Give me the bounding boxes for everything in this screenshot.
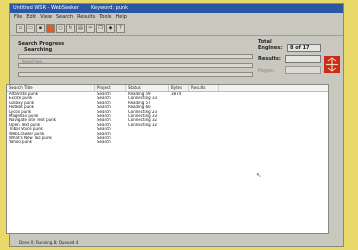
pages-label: Pages:: [258, 68, 275, 74]
copy-icon[interactable]: ❐: [96, 24, 105, 33]
cell-search-title: Yahoo punk: [9, 140, 32, 145]
stop-icon[interactable]: [46, 24, 55, 33]
print-icon[interactable]: ▤: [76, 24, 85, 33]
cell-results: [189, 140, 219, 144]
engines-value: 8 of 17: [287, 44, 321, 52]
progress-bar-2: [18, 63, 253, 68]
menu-results[interactable]: Results: [77, 13, 95, 22]
col-spacer: [219, 85, 328, 91]
progress-bar-1: [18, 54, 253, 59]
col-project[interactable]: Project: [95, 85, 126, 91]
col-search-title[interactable]: Search Title: [7, 85, 95, 91]
app-logo-icon: [324, 56, 340, 73]
menu-bar: File Edit View Search Results Tools Help: [10, 13, 343, 22]
results-value: [285, 55, 321, 63]
toolbar: ▫ ▭ ▪ ○ ↻ ▤ ✂ ❐ ◆ ?: [10, 22, 343, 36]
engines-label: Engines:: [258, 45, 283, 51]
menu-search[interactable]: Search: [56, 13, 73, 22]
menu-edit[interactable]: Edit: [26, 13, 36, 22]
title-bar: Untitled WSR - WebSeeker Keyword: punk: [10, 4, 343, 13]
status-bar: Done 0; Running 8; Queued 4: [19, 240, 79, 245]
window-title: Untitled WSR - WebSeeker: [13, 5, 80, 11]
options-icon[interactable]: ◆: [106, 24, 115, 33]
menu-help[interactable]: Help: [116, 13, 127, 22]
table-body: AltaVista punk Search Reading 59 3874 Excite…: [7, 92, 328, 145]
mouse-cursor-icon: ↖: [256, 172, 262, 179]
results-table[interactable]: Search Title Project Status Bytes Result…: [6, 84, 329, 234]
save-icon[interactable]: ▪: [36, 24, 45, 33]
cut-icon[interactable]: ✂: [86, 24, 95, 33]
keyword-label: Keyword: punk: [91, 5, 129, 11]
menu-file[interactable]: File: [14, 13, 22, 22]
search-progress-panel: Search Progress Searching Searching... T…: [10, 36, 343, 84]
menu-view[interactable]: View: [40, 13, 52, 22]
col-bytes[interactable]: Bytes: [169, 85, 189, 91]
pages-value: [285, 66, 321, 74]
menu-tools[interactable]: Tools: [99, 13, 111, 22]
col-status[interactable]: Status: [126, 85, 169, 91]
new-icon[interactable]: ▫: [16, 24, 25, 33]
open-icon[interactable]: ▭: [26, 24, 35, 33]
table-row[interactable]: Yahoo punk Search: [7, 140, 328, 144]
cell-project: Search: [97, 140, 111, 145]
refresh-icon[interactable]: ↻: [66, 24, 75, 33]
cell-bytes: [169, 140, 189, 144]
cell-status: [126, 140, 169, 144]
results-label: Results:: [258, 56, 281, 62]
col-results[interactable]: Results: [189, 85, 219, 91]
help-icon[interactable]: ?: [116, 24, 125, 33]
search-icon[interactable]: ○: [56, 24, 65, 33]
search-status: Searching: [24, 47, 53, 53]
table-header: Search Title Project Status Bytes Result…: [7, 85, 328, 92]
progress-bar-3: [18, 72, 253, 77]
